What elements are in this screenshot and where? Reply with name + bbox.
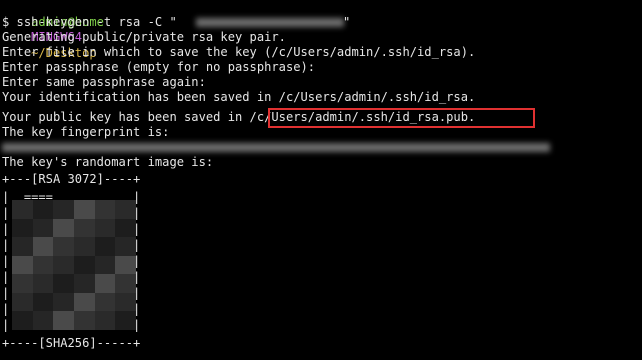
output-line: The key fingerprint is: [2,125,170,139]
mosaic-cell [12,237,33,256]
mosaic-cell [12,200,33,219]
redacted-email [196,18,344,27]
mosaic-cell [94,311,116,330]
output-line: Enter passphrase (empty for no passphras… [2,60,316,74]
mosaic-cell [94,237,116,256]
mosaic-cell [115,311,136,330]
mosaic-cell [53,274,74,293]
mosaic-cell [73,274,95,293]
mosaic-cell [115,255,136,275]
mosaic-cell [73,255,95,275]
mosaic-cell [32,200,54,219]
mosaic-cell [12,255,33,275]
mosaic-cell [94,200,116,219]
mosaic-cell [32,255,54,275]
mosaic-cell [73,200,95,219]
mosaic-cell [115,218,136,238]
output-line: Enter file in which to save the key (/c/… [2,45,476,59]
mosaic-cell [53,311,74,330]
terminal-window[interactable]: admin@home MINGW64 ~/Desktop $ ssh-keyge… [0,0,642,360]
redacted-fingerprint [2,143,550,152]
mosaic-cell [73,311,95,330]
randomart-bottom: +----[SHA256]-----+ [2,336,141,350]
mosaic-cell [32,218,54,238]
mosaic-cell [12,311,33,330]
mosaic-cell [53,200,74,219]
randomart-mosaic [12,200,136,330]
mosaic-cell [73,237,95,256]
mosaic-cell [73,218,95,238]
mosaic-cell [115,292,136,312]
mosaic-cell [115,200,136,219]
mosaic-cell [94,218,116,238]
mosaic-cell [12,292,33,312]
command-line: $ ssh-keygen -t rsa -C " [2,15,177,29]
mosaic-cell [32,311,54,330]
mosaic-cell [53,292,74,312]
mosaic-cell [115,237,136,256]
output-line: Generating public/private rsa key pair. [2,30,286,44]
output-line: Your identification has been saved in /c… [2,90,476,104]
mosaic-cell [12,274,33,293]
mosaic-cell [53,237,74,256]
output-line: The key's randomart image is: [2,155,214,169]
command-line-quote-close: " [343,15,351,29]
mosaic-cell [32,237,54,256]
mosaic-cell [12,218,33,238]
mosaic-cell [94,255,116,275]
randomart-top: +---[RSA 3072]----+ [2,172,141,186]
mosaic-cell [73,292,95,312]
mosaic-cell [53,255,74,275]
mosaic-cell [32,274,54,293]
highlight-box [268,108,535,128]
mosaic-cell [115,274,136,293]
output-line: Enter same passphrase again: [2,75,206,89]
mosaic-cell [94,292,116,312]
prompt-line: admin@home MINGW64 ~/Desktop [2,0,104,59]
mosaic-cell [94,274,116,293]
mosaic-cell [32,292,54,312]
mosaic-cell [53,218,74,238]
